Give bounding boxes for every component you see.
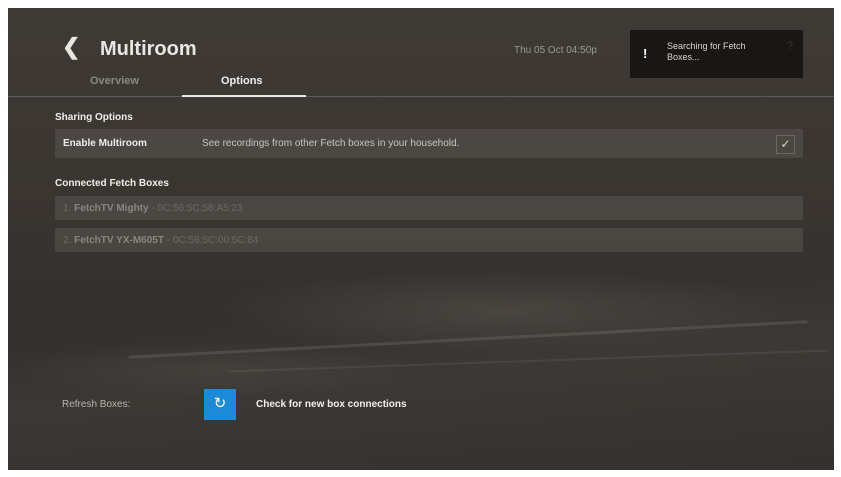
enable-multiroom-description: See recordings from other Fetch boxes in… <box>202 138 460 149</box>
help-icon: ? <box>786 40 793 52</box>
box-index: 1. <box>63 203 72 214</box>
refresh-action-text[interactable]: Check for new box connections <box>256 399 407 410</box>
sharing-options-heading: Sharing Options <box>55 112 133 123</box>
enable-multiroom-label: Enable Multiroom <box>63 138 147 149</box>
alert-icon: ! <box>643 46 648 61</box>
list-item: 2. FetchTV YX-M605T - 0C:56:5C:00:5C:84 <box>55 228 803 252</box>
beach-background <box>8 250 834 470</box>
refresh-button[interactable]: ↻ <box>204 389 236 420</box>
tab-options[interactable]: Options <box>221 75 263 87</box>
list-item: 1. FetchTV Mighty - 0C:56:5C:58:A5:23 <box>55 196 803 220</box>
tab-overview[interactable]: Overview <box>90 75 139 87</box>
connected-boxes-heading: Connected Fetch Boxes <box>55 178 169 189</box>
box-name: FetchTV Mighty <box>74 203 149 214</box>
page-title: Multiroom <box>100 38 197 60</box>
refresh-icon: ↻ <box>213 395 227 412</box>
multiroom-checkbox[interactable]: ✓ <box>776 135 795 154</box>
refresh-boxes-label: Refresh Boxes: <box>62 399 131 410</box>
searching-toast: ! Searching for Fetch Boxes... ? <box>630 30 803 78</box>
clock: Thu 05 Oct 04:50p <box>514 45 597 56</box>
box-mac: - 0C:56:5C:00:5C:84 <box>166 235 259 246</box>
toast-message: Searching for Fetch Boxes... <box>667 41 746 62</box>
enable-multiroom-row[interactable]: Enable Multiroom See recordings from oth… <box>55 129 803 158</box>
checkmark-icon: ✓ <box>780 137 791 151</box>
back-chevron-icon[interactable]: ❮ <box>62 34 80 60</box>
box-mac: - 0C:56:5C:58:A5:23 <box>151 203 243 214</box>
box-index: 2. <box>63 235 72 246</box>
multiroom-screen: ❮ Multiroom Overview Options Thu 05 Oct … <box>8 8 834 470</box>
box-name: FetchTV YX-M605T <box>74 235 164 246</box>
header-divider <box>8 96 834 97</box>
